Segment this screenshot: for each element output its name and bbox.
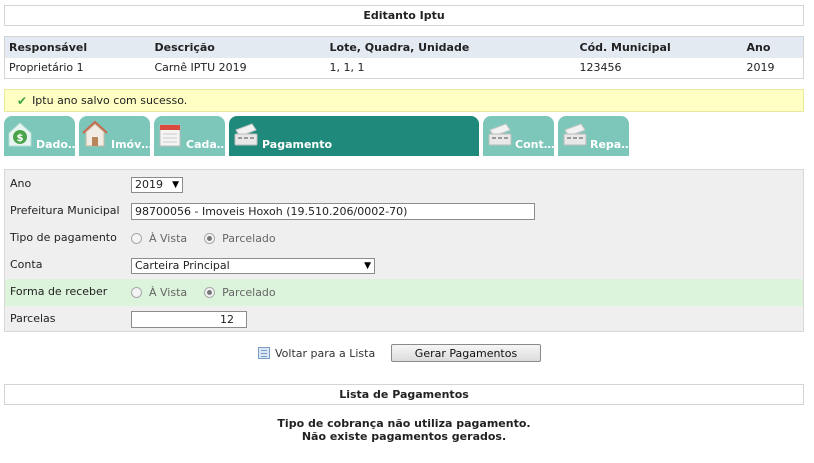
- header-lote: Lote, Quadra, Unidade: [325, 36, 576, 58]
- calendar-house-icon: [159, 124, 181, 147]
- tab-contas[interactable]: Cont…: [483, 116, 554, 156]
- iptu-info-table: Responsável Descrição Lote, Quadra, Unid…: [4, 36, 804, 79]
- radio-tipo-parcelado[interactable]: [204, 233, 216, 244]
- header-cod-municipal: Cód. Municipal: [575, 36, 743, 58]
- tab-label: Imóv…: [111, 138, 150, 151]
- prefeitura-input[interactable]: 98700056 - Imoveis Hoxoh (19.510.206/000…: [131, 203, 535, 220]
- header-responsavel: Responsável: [4, 36, 151, 58]
- money-house-icon: $: [8, 122, 32, 147]
- radio-forma-avista[interactable]: [131, 287, 142, 298]
- row-prefeitura: Prefeitura Municipal 98700056 - Imoveis …: [5, 198, 803, 225]
- dropdown-arrow-icon: ▼: [172, 179, 179, 190]
- checkmark-icon: ✔: [17, 93, 28, 108]
- tab-label: Repa…: [590, 138, 629, 151]
- cell-descricao: Carnê IPTU 2019: [150, 57, 326, 79]
- radio-tipo-avista[interactable]: [131, 233, 142, 244]
- cell-cod-municipal: 123456: [575, 57, 743, 79]
- success-message: ✔ Iptu ano salvo com sucesso.: [4, 89, 804, 112]
- label-parcelas: Parcelas: [10, 312, 56, 325]
- radio-forma-parcelado[interactable]: [204, 287, 216, 298]
- header-ano: Ano: [742, 36, 804, 58]
- cash-register-icon: [488, 123, 512, 146]
- tab-imovel[interactable]: Imóv…: [79, 116, 150, 156]
- conta-value: Carteira Principal: [135, 259, 230, 272]
- radio-label-parcelado: Parcelado: [222, 232, 276, 245]
- tab-label: Pagamento: [262, 138, 333, 151]
- label-forma-receber: Forma de receber: [10, 285, 108, 298]
- row-forma-receber: Forma de receber À Vista Parcelado: [5, 279, 803, 306]
- payments-message-line2: Não existe pagamentos gerados.: [301, 430, 507, 443]
- radio-label-avista: À Vista: [149, 286, 188, 299]
- header-descricao: Descrição: [150, 36, 326, 58]
- cash-register-icon: [234, 123, 258, 146]
- radio-label-parcelado: Parcelado: [222, 286, 276, 299]
- payments-list-message: Tipo de cobrança não utiliza pagamento. …: [4, 417, 804, 443]
- row-ano: Ano 2019 ▼: [5, 171, 803, 198]
- tab-pagamento[interactable]: Pagamento: [229, 116, 479, 156]
- label-ano: Ano: [10, 177, 32, 190]
- house-icon: [82, 120, 108, 147]
- success-text: Iptu ano salvo com sucesso.: [32, 94, 188, 107]
- label-prefeitura: Prefeitura Municipal: [10, 204, 120, 217]
- payments-list-title: Lista de Pagamentos: [4, 384, 804, 405]
- dropdown-arrow-icon: ▼: [364, 260, 371, 271]
- tab-dados[interactable]: $ Dado…: [4, 116, 75, 156]
- svg-text:$: $: [17, 133, 24, 144]
- ano-value: 2019: [135, 178, 163, 191]
- cell-ano: 2019: [742, 57, 804, 79]
- table-row: Proprietário 1 Carnê IPTU 2019 1, 1, 1 1…: [4, 57, 804, 79]
- payment-form: Ano 2019 ▼ Prefeitura Municipal 98700056…: [4, 169, 804, 332]
- cell-lote: 1, 1, 1: [325, 57, 576, 79]
- radio-label-avista: À Vista: [149, 232, 188, 245]
- row-parcelas: Parcelas 12: [5, 306, 803, 333]
- table-header-row: Responsável Descrição Lote, Quadra, Unid…: [4, 36, 804, 58]
- row-conta: Conta Carteira Principal ▼: [5, 252, 803, 279]
- payments-message-line1: Tipo de cobrança não utiliza pagamento.: [277, 417, 531, 430]
- tab-cadastro[interactable]: Cada…: [154, 116, 225, 156]
- cash-register-icon: [563, 123, 587, 146]
- tab-label: Dado…: [36, 138, 75, 151]
- back-link-label: Voltar para a Lista: [275, 346, 376, 360]
- tab-label: Cont…: [515, 138, 554, 151]
- ano-select[interactable]: 2019 ▼: [131, 176, 183, 193]
- conta-select[interactable]: Carteira Principal ▼: [131, 257, 375, 274]
- label-tipo-pagamento: Tipo de pagamento: [10, 231, 117, 244]
- list-icon: [258, 347, 270, 359]
- tab-repasse[interactable]: Repa…: [558, 116, 629, 156]
- cell-responsavel: Proprietário 1: [4, 57, 151, 79]
- generate-payments-button[interactable]: Gerar Pagamentos: [391, 344, 541, 362]
- parcelas-input[interactable]: 12: [131, 311, 247, 328]
- back-to-list-link[interactable]: Voltar para a Lista: [258, 346, 375, 360]
- row-tipo-pagamento: Tipo de pagamento À Vista Parcelado: [5, 225, 803, 252]
- page-title: Editanto Iptu: [4, 5, 804, 26]
- label-conta: Conta: [10, 258, 43, 271]
- tab-label: Cada…: [186, 138, 225, 151]
